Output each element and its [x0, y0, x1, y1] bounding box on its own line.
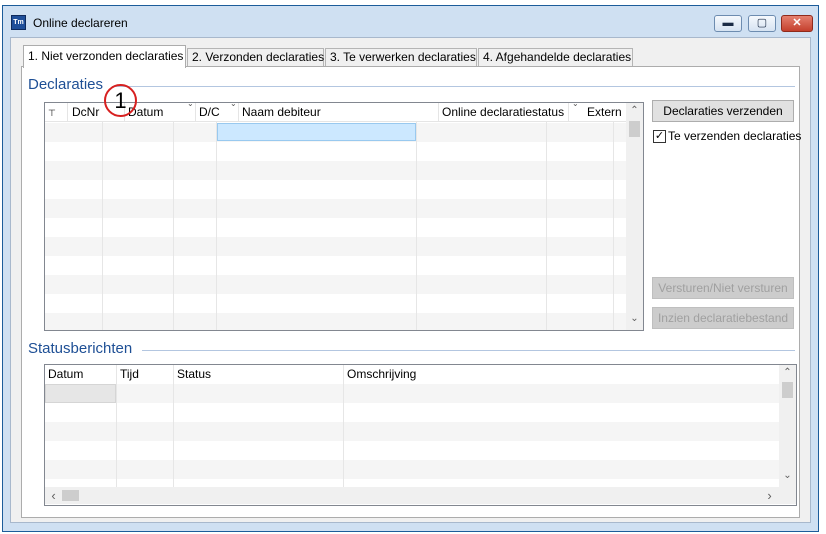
- selected-cell[interactable]: [217, 123, 416, 141]
- inzien-declaratiebestand-button[interactable]: Inzien declaratiebestand: [652, 307, 794, 329]
- declaraties-section-title: Declaraties: [28, 76, 104, 93]
- table-row[interactable]: [45, 460, 779, 479]
- column-header-naam-debiteur[interactable]: Naam debiteur: [239, 103, 439, 122]
- tab-te-verwerken[interactable]: 3. Te verwerken declaraties: [325, 48, 477, 67]
- column-header-online-status[interactable]: Online declaratiestatus: [439, 103, 569, 122]
- column-header-status[interactable]: Status: [174, 365, 344, 384]
- statusberichten-divider: [142, 350, 795, 351]
- scroll-up-arrow-icon[interactable]: ⌃: [779, 367, 796, 378]
- sort-indicator-icon: ⌄: [572, 102, 579, 108]
- scrollbar-corner: [779, 487, 796, 504]
- table-row[interactable]: [45, 441, 779, 460]
- sort-indicator-icon: ⌄: [230, 102, 237, 108]
- versturen-niet-versturen-button[interactable]: Versturen/Niet versturen: [652, 277, 794, 299]
- tab-panel-niet-verzonden: Declaraties ⊤ DcNr Datum ⌄ D/C ⌄ Naam de…: [21, 66, 802, 518]
- declaraties-vertical-scrollbar[interactable]: ⌃ ⌄: [626, 103, 643, 330]
- column-divider: [416, 122, 417, 330]
- column-header-datum[interactable]: Datum: [45, 365, 117, 384]
- tab-verzonden[interactable]: 2. Verzonden declaraties: [187, 48, 324, 67]
- app-icon: Tm: [11, 15, 26, 30]
- close-button[interactable]: ✕: [781, 15, 813, 32]
- column-header-tijd[interactable]: Tijd: [117, 365, 174, 384]
- filter-icon: ⊤: [48, 108, 56, 118]
- declaraties-grid[interactable]: ⊤ DcNr Datum ⌄ D/C ⌄ Naam debiteur Onlin…: [44, 102, 644, 331]
- column-divider: [216, 122, 217, 330]
- table-row[interactable]: [45, 180, 627, 199]
- sort-indicator-icon: ⌄: [187, 102, 194, 108]
- table-row[interactable]: [45, 384, 779, 403]
- statusberichten-vertical-scrollbar[interactable]: ⌃ ⌄: [779, 365, 796, 487]
- statusberichten-grid[interactable]: Datum Tijd Status Omschrijving ⌃ ⌄ ‹ ›: [44, 364, 797, 506]
- scroll-left-arrow-icon[interactable]: ‹: [45, 488, 62, 503]
- current-cell[interactable]: [45, 384, 116, 403]
- column-divider: [116, 365, 117, 487]
- table-row[interactable]: [45, 275, 627, 294]
- table-row[interactable]: [45, 161, 627, 180]
- scroll-up-arrow-icon[interactable]: ⌃: [626, 105, 643, 116]
- column-divider: [173, 365, 174, 487]
- table-row[interactable]: [45, 237, 627, 256]
- te-verzenden-checkbox[interactable]: ✓: [653, 130, 666, 143]
- table-row[interactable]: [45, 256, 627, 275]
- statusberichten-section-title: Statusberichten: [28, 340, 133, 357]
- scroll-right-arrow-icon[interactable]: ›: [761, 488, 778, 503]
- statusberichten-horizontal-scrollbar[interactable]: ‹ ›: [45, 487, 779, 504]
- table-row[interactable]: [45, 313, 627, 330]
- title-bar[interactable]: Tm Online declareren ▬ ▢ ✕: [3, 6, 818, 36]
- table-row[interactable]: [45, 218, 627, 237]
- tab-niet-verzonden[interactable]: 1. Niet verzonden declaraties: [23, 45, 186, 68]
- column-divider: [102, 122, 103, 330]
- table-row[interactable]: [45, 199, 627, 218]
- scrollbar-thumb[interactable]: [629, 121, 640, 137]
- column-divider: [613, 122, 614, 330]
- window-title: Online declareren: [33, 16, 128, 30]
- column-divider: [343, 365, 344, 487]
- te-verzenden-label: Te verzenden declaraties: [668, 129, 802, 143]
- declaraties-verzenden-button[interactable]: Declaraties verzenden: [652, 100, 794, 122]
- table-row[interactable]: [45, 403, 779, 422]
- table-row[interactable]: [45, 422, 779, 441]
- minimize-button[interactable]: ▬: [714, 15, 742, 32]
- callout-number-badge: 1: [104, 84, 137, 117]
- maximize-button[interactable]: ▢: [748, 15, 776, 32]
- scroll-down-arrow-icon[interactable]: ⌄: [779, 470, 796, 481]
- tab-afgehandeld[interactable]: 4. Afgehandelde declaraties: [478, 48, 633, 67]
- column-divider: [546, 122, 547, 330]
- statusberichten-grid-header: Datum Tijd Status Omschrijving: [45, 365, 779, 384]
- grid-header-filter[interactable]: ⊤: [45, 103, 68, 122]
- table-row[interactable]: [45, 294, 627, 313]
- table-row[interactable]: [45, 142, 627, 161]
- declaraties-divider: [112, 86, 795, 87]
- scrollbar-thumb[interactable]: [782, 382, 793, 398]
- column-header-omschrijving[interactable]: Omschrijving: [344, 365, 774, 384]
- scroll-down-arrow-icon[interactable]: ⌄: [626, 313, 643, 324]
- column-divider: [173, 122, 174, 330]
- scrollbar-thumb[interactable]: [62, 490, 79, 501]
